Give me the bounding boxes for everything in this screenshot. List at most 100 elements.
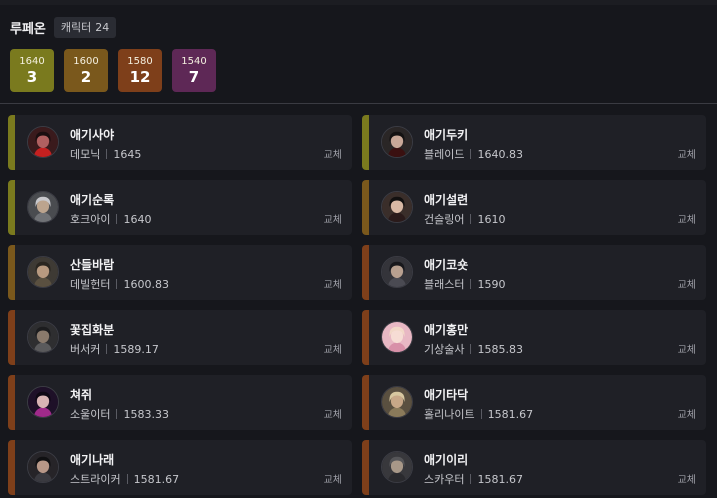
character-card[interactable]: 애기이리스카우터 1581.67 교체 <box>362 440 706 495</box>
tier-color-bar <box>8 310 15 365</box>
character-item-level: 1585.83 <box>477 342 523 356</box>
character-name: 애기순록 <box>70 193 115 207</box>
swap-button[interactable]: 교체 <box>324 276 342 291</box>
character-info: 블래스터 1590 <box>424 276 505 292</box>
character-card[interactable]: 꽃집화분버서커 1589.17 교체 <box>8 310 352 365</box>
character-name: 애기코숏 <box>424 258 469 272</box>
item-level-tier-summary: 1640 3 1600 2 1580 12 1540 7 <box>10 49 226 92</box>
swap-button[interactable]: 교체 <box>324 341 342 356</box>
tier-color-bar <box>362 180 369 235</box>
character-item-level: 1600.83 <box>123 277 169 291</box>
tier-badge-1600: 1600 2 <box>64 49 108 92</box>
character-class: 스카우터 <box>424 473 465 486</box>
character-name: 애기홍만 <box>424 323 469 337</box>
character-card[interactable]: 애기순록호크아이 1640 교체 <box>8 180 352 235</box>
character-name: 애기이리 <box>424 453 469 467</box>
character-avatar <box>27 191 59 223</box>
character-card[interactable]: 애기타닥 홀리나이트 1581.67 교체 <box>362 375 706 430</box>
character-item-level: 1590 <box>477 277 506 291</box>
character-class: 데빌헌터 <box>70 278 111 291</box>
character-class: 호크아이 <box>70 213 111 226</box>
tier-color-bar <box>8 440 15 495</box>
server-name: 루페온 <box>10 21 46 37</box>
character-avatar <box>381 191 413 223</box>
character-info: 버서커 1589.17 <box>70 341 159 357</box>
character-name: 꽃집화분 <box>70 323 115 337</box>
character-class: 버서커 <box>70 343 101 356</box>
character-class: 데모닉 <box>70 148 101 161</box>
character-card[interactable]: 쳐쥐소울이터 1583.33 교체 <box>8 375 352 430</box>
character-info: 스카우터 1581.67 <box>424 471 523 487</box>
tier-color-bar <box>362 310 369 365</box>
character-card[interactable]: 애기두키 블레이드 1640.83 교체 <box>362 115 706 170</box>
swap-button[interactable]: 교체 <box>324 406 342 421</box>
character-info: 스트라이커 1581.67 <box>70 471 179 487</box>
swap-button[interactable]: 교체 <box>678 211 696 226</box>
top-strip <box>0 0 717 5</box>
character-item-level: 1645 <box>113 147 142 161</box>
info-separator <box>126 474 128 484</box>
swap-button[interactable]: 교체 <box>324 146 342 161</box>
character-info: 홀리나이트 1581.67 <box>424 406 533 422</box>
tier-color-bar <box>362 375 369 430</box>
swap-button[interactable]: 교체 <box>678 406 696 421</box>
character-count-badge: 캐릭터 24 <box>53 16 117 38</box>
character-avatar <box>27 386 59 418</box>
divider <box>0 103 717 104</box>
character-card[interactable]: 애기나래스트라이커 1581.67 교체 <box>8 440 352 495</box>
info-separator <box>470 344 472 354</box>
swap-button[interactable]: 교체 <box>324 471 342 486</box>
info-separator <box>116 214 118 224</box>
character-info: 호크아이 1640 <box>70 211 151 227</box>
swap-button[interactable]: 교체 <box>324 211 342 226</box>
tier-level: 1580 <box>127 55 153 67</box>
tier-color-bar <box>362 440 369 495</box>
character-card[interactable]: 산들바람데빌헌터 1600.83 교체 <box>8 245 352 300</box>
tier-count: 2 <box>80 67 92 86</box>
character-info: 소울이터 1583.33 <box>70 406 169 422</box>
character-name: 쳐쥐 <box>70 388 93 402</box>
character-card[interactable]: 애기코숏블래스터 1590 교체 <box>362 245 706 300</box>
character-name: 애기나래 <box>70 453 115 467</box>
tier-count: 7 <box>188 67 200 86</box>
info-separator <box>106 149 108 159</box>
character-info: 데모닉 1645 <box>70 146 141 162</box>
character-item-level: 1581.67 <box>477 472 523 486</box>
info-separator <box>480 409 482 419</box>
character-class: 건슬링어 <box>424 213 465 226</box>
character-count-value: 24 <box>95 20 110 34</box>
info-separator <box>470 279 472 289</box>
character-avatar <box>27 256 59 288</box>
character-item-level: 1581.67 <box>133 472 180 486</box>
character-card[interactable]: 애기설련 건슬링어 1610 교체 <box>362 180 706 235</box>
character-avatar <box>381 451 413 483</box>
character-name: 산들바람 <box>70 258 115 272</box>
info-separator <box>116 279 118 289</box>
tier-level: 1600 <box>73 55 99 67</box>
character-item-level: 1640.83 <box>477 147 523 161</box>
character-item-level: 1610 <box>477 212 506 226</box>
character-name: 애기두키 <box>424 128 469 142</box>
server-header: 루페온 캐릭터 24 <box>10 16 117 38</box>
character-class: 블래스터 <box>424 278 465 291</box>
character-item-level: 1640 <box>123 212 152 226</box>
tier-color-bar <box>8 180 15 235</box>
info-separator <box>470 149 472 159</box>
tier-color-bar <box>362 115 369 170</box>
character-count-label: 캐릭터 <box>60 21 92 34</box>
info-separator <box>116 409 118 419</box>
character-class: 홀리나이트 <box>424 408 475 421</box>
character-item-level: 1589.17 <box>113 342 159 356</box>
tier-level: 1640 <box>19 55 45 67</box>
character-grid: 애기사야 데모닉 1645 교체 애기두키 블레이드 1640.83 교체 애기순록 호크아이 16… <box>8 115 706 495</box>
tier-badge-1540: 1540 7 <box>172 49 216 92</box>
swap-button[interactable]: 교체 <box>678 146 696 161</box>
character-avatar <box>381 386 413 418</box>
swap-button[interactable]: 교체 <box>678 276 696 291</box>
character-card[interactable]: 애기사야 데모닉 1645 교체 <box>8 115 352 170</box>
tier-color-bar <box>8 115 15 170</box>
character-class: 스트라이커 <box>70 473 121 486</box>
swap-button[interactable]: 교체 <box>678 341 696 356</box>
character-card[interactable]: 애기홍만 기상술사 1585.83 교체 <box>362 310 706 365</box>
swap-button[interactable]: 교체 <box>678 471 696 486</box>
